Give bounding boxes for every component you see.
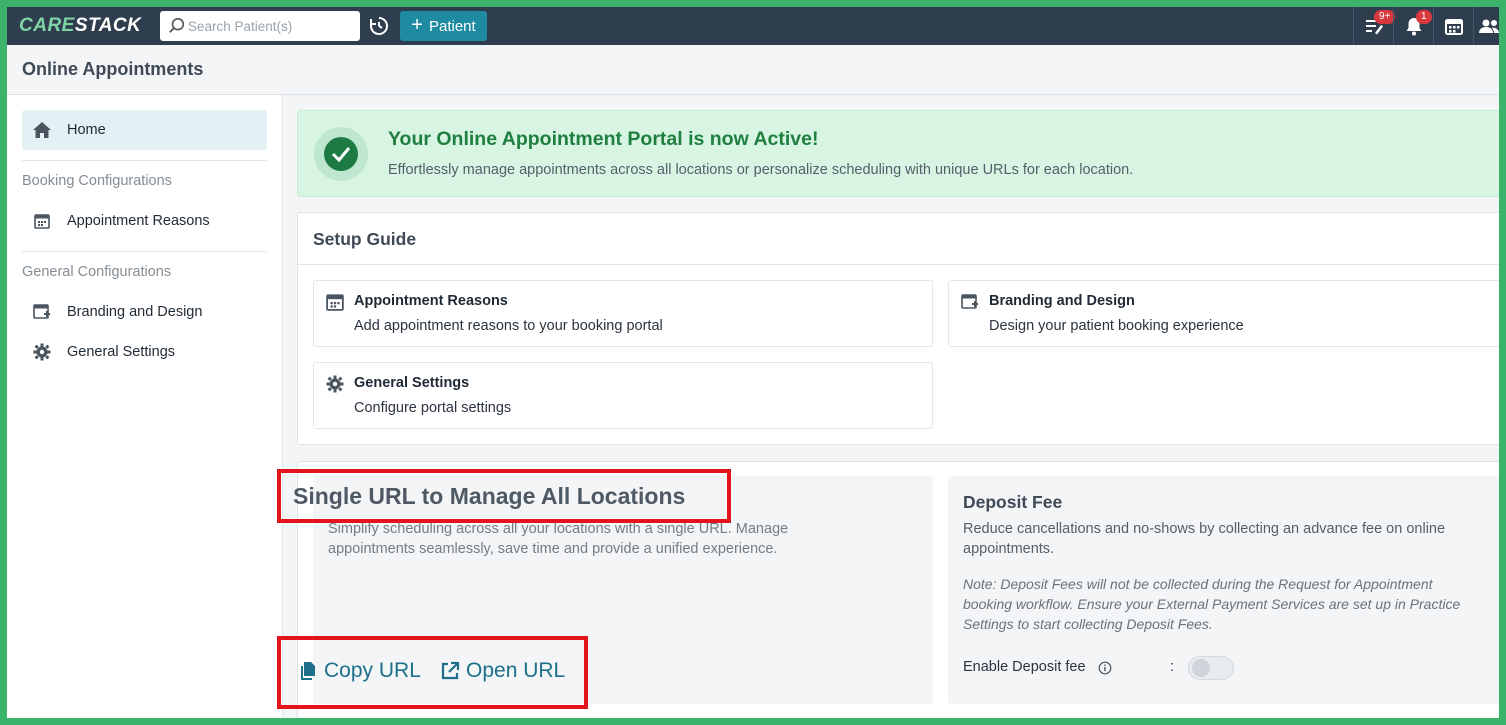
- deposit-fee-note: Note: Deposit Fees will not be collected…: [963, 576, 1461, 632]
- add-patient-button[interactable]: + Patient: [400, 11, 487, 41]
- notifications-badge: 1: [1416, 10, 1432, 24]
- search-input[interactable]: [188, 16, 353, 36]
- setup-guide-header: Setup Guide: [298, 213, 1499, 265]
- guide-card-title: Branding and Design: [989, 293, 1135, 309]
- sidebar: Home Booking Configurations Appointment …: [7, 95, 283, 718]
- recent-patients-icon[interactable]: [369, 16, 389, 36]
- portal-active-banner: Your Online Appointment Portal is now Ac…: [297, 110, 1499, 197]
- divider: [22, 251, 267, 252]
- info-icon[interactable]: [1098, 661, 1112, 675]
- search-icon: [169, 17, 185, 33]
- users-icon: [1478, 19, 1499, 33]
- page-title: Online Appointments: [22, 59, 204, 79]
- page-header: Online Appointments: [7, 45, 1499, 95]
- setup-guide-title: Setup Guide: [313, 229, 417, 249]
- guide-card-title: General Settings: [354, 375, 470, 391]
- divider: [22, 160, 267, 161]
- home-icon: [32, 120, 52, 140]
- app-window: CARESTACK +Patient 9+ 1 Online Appointme…: [7, 7, 1499, 718]
- calendar-button[interactable]: [1433, 7, 1473, 45]
- enable-deposit-toggle[interactable]: [1188, 656, 1234, 680]
- guide-card-branding[interactable]: Branding and Design Design your patient …: [948, 280, 1499, 347]
- calendar-icon: [326, 294, 344, 311]
- guide-card-title: Appointment Reasons: [354, 293, 508, 309]
- patient-search[interactable]: [160, 11, 360, 41]
- general-configurations-heading: General Configurations: [22, 264, 172, 280]
- sidebar-item-general-settings[interactable]: General Settings: [22, 332, 267, 372]
- guide-card-appointment-reasons[interactable]: Appointment Reasons Add appointment reas…: [313, 280, 933, 347]
- calendar-add-icon: [32, 302, 52, 322]
- guide-card-general-settings[interactable]: General Settings Configure portal settin…: [313, 362, 933, 429]
- gear-icon: [32, 342, 52, 362]
- check-circle-icon: [314, 127, 368, 181]
- carestack-logo[interactable]: CARESTACK: [19, 15, 141, 37]
- title-highlight-box: [277, 469, 731, 523]
- sidebar-item-appointment-reasons[interactable]: Appointment Reasons: [22, 201, 267, 241]
- guide-card-desc: Design your patient booking experience: [989, 318, 1244, 334]
- calendar-icon: [1444, 19, 1463, 35]
- deposit-fee-title: Deposit Fee: [963, 492, 1063, 512]
- users-button[interactable]: [1473, 7, 1499, 45]
- sidebar-item-branding[interactable]: Branding and Design: [22, 292, 267, 332]
- deposit-fee-description: Reduce cancellations and no-shows by col…: [963, 521, 1446, 557]
- setup-guide-panel: Setup Guide Appointment Reasons Add appo…: [297, 212, 1499, 445]
- notifications-button[interactable]: 1: [1393, 7, 1433, 45]
- calendar-icon: [32, 211, 52, 231]
- plus-icon: +: [411, 14, 423, 36]
- tasks-button[interactable]: 9+: [1353, 7, 1396, 45]
- sidebar-item-home[interactable]: Home: [22, 110, 267, 150]
- enable-deposit-colon: :: [1170, 659, 1175, 675]
- top-navigation-bar: CARESTACK +Patient 9+ 1: [7, 7, 1499, 45]
- single-url-description: Simplify scheduling across all your loca…: [328, 521, 789, 557]
- banner-subtitle: Effortlessly manage appointments across …: [388, 162, 1134, 178]
- toggle-knob: [1192, 659, 1210, 677]
- booking-configurations-heading: Booking Configurations: [22, 173, 172, 189]
- calendar-add-icon: [961, 294, 978, 309]
- guide-card-desc: Configure portal settings: [354, 400, 512, 416]
- banner-title: Your Online Appointment Portal is now Ac…: [388, 128, 819, 150]
- actions-highlight-box: [277, 636, 588, 709]
- guide-card-desc: Add appointment reasons to your booking …: [354, 318, 663, 334]
- gear-icon: [326, 375, 344, 393]
- enable-deposit-label: Enable Deposit fee: [963, 659, 1086, 675]
